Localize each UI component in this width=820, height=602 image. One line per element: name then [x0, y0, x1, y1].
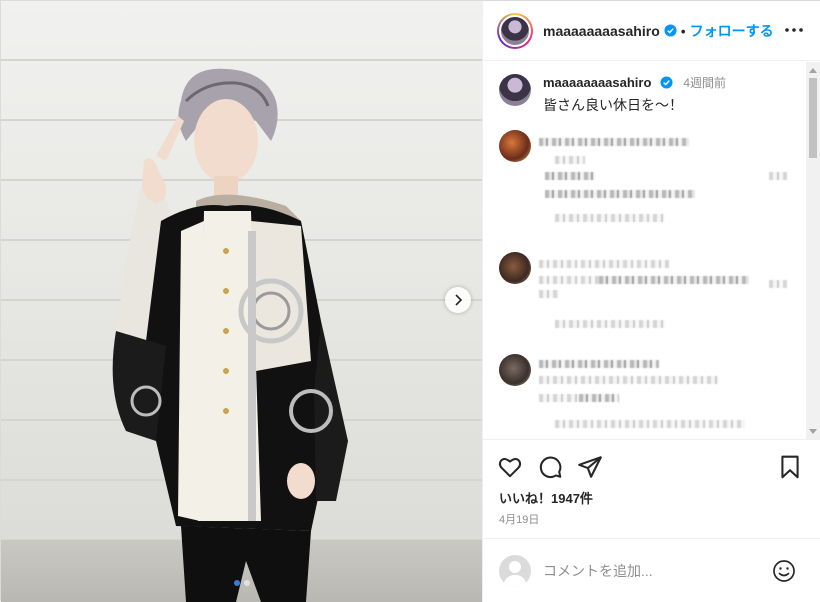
post-photo[interactable]: [1, 1, 482, 602]
redacted-text: [539, 138, 689, 146]
comments-scrollbar[interactable]: [806, 62, 820, 439]
comments-list[interactable]: maaaaaaaasahiro 4週間前 皆さん良い休日を〜！: [483, 62, 820, 440]
more-options-icon[interactable]: [784, 23, 804, 37]
redacted-text: [555, 320, 665, 328]
author-avatar[interactable]: [497, 12, 533, 49]
commenter-avatar[interactable]: [499, 130, 531, 162]
carousel-dot-active: [233, 580, 240, 586]
scroll-up-arrow-icon[interactable]: [809, 68, 817, 73]
author-username[interactable]: maaaaaaaasahiro: [543, 23, 660, 39]
commenter-avatar[interactable]: [499, 354, 531, 386]
carousel-indicator: [1, 580, 482, 586]
caption-text: 皆さん良い休日を〜！: [543, 97, 683, 113]
comment-icon[interactable]: [537, 454, 563, 480]
list-item: [499, 354, 789, 439]
redacted-text: [545, 190, 695, 198]
person-figure: [112, 68, 348, 602]
paper-plane-icon[interactable]: [577, 454, 603, 480]
post-date[interactable]: 4月19日: [499, 511, 539, 527]
avatar-image: [499, 14, 531, 47]
redacted-text: [769, 172, 787, 180]
smile-icon[interactable]: [772, 559, 796, 583]
caption-timestamp[interactable]: 4週間前: [683, 76, 726, 90]
scroll-down-arrow-icon[interactable]: [809, 429, 817, 434]
carousel-dot: [243, 580, 250, 586]
redacted-text: [539, 394, 579, 402]
instagram-post-modal: maaaaaaaasahiro • フォローする maaaaaaaasahiro: [0, 0, 820, 602]
likes-count[interactable]: いいね！1947件: [499, 488, 593, 507]
caption-avatar[interactable]: [499, 74, 531, 106]
post-actions: [483, 450, 820, 486]
redacted-text: [555, 420, 745, 428]
heart-icon[interactable]: [497, 454, 523, 480]
caption-body: maaaaaaaasahiro 4週間前 皆さん良い休日を〜！: [543, 74, 803, 115]
list-item: [499, 130, 789, 225]
comment-input[interactable]: [543, 558, 763, 583]
commenter-avatar[interactable]: [499, 252, 531, 284]
redacted-text: [555, 156, 585, 164]
redacted-text: [545, 172, 595, 180]
caption-username[interactable]: maaaaaaaasahiro: [543, 75, 651, 90]
chevron-right-icon: [455, 294, 463, 306]
list-item: [499, 252, 789, 337]
next-photo-button[interactable]: [445, 287, 471, 313]
verified-badge-icon: [660, 76, 673, 89]
redacted-text: [579, 394, 619, 402]
redacted-text: [539, 376, 719, 384]
header-separator: •: [680, 22, 686, 39]
redacted-text: [539, 360, 659, 368]
redacted-text: [539, 260, 669, 268]
current-user-avatar: [499, 554, 531, 587]
verified-badge-icon: [664, 24, 677, 37]
redacted-text: [539, 276, 599, 284]
bookmark-icon[interactable]: [777, 454, 803, 480]
redacted-text: [555, 214, 665, 222]
post-side-panel: maaaaaaaasahiro • フォローする maaaaaaaasahiro: [482, 1, 820, 602]
redacted-text: [769, 280, 787, 288]
redacted-text: [539, 290, 559, 298]
add-comment-bar: [483, 538, 820, 602]
follow-button[interactable]: フォローする: [690, 21, 774, 41]
redacted-text: [599, 276, 749, 284]
scroll-thumb[interactable]: [809, 78, 817, 158]
post-header: maaaaaaaasahiro • フォローする: [483, 1, 820, 61]
